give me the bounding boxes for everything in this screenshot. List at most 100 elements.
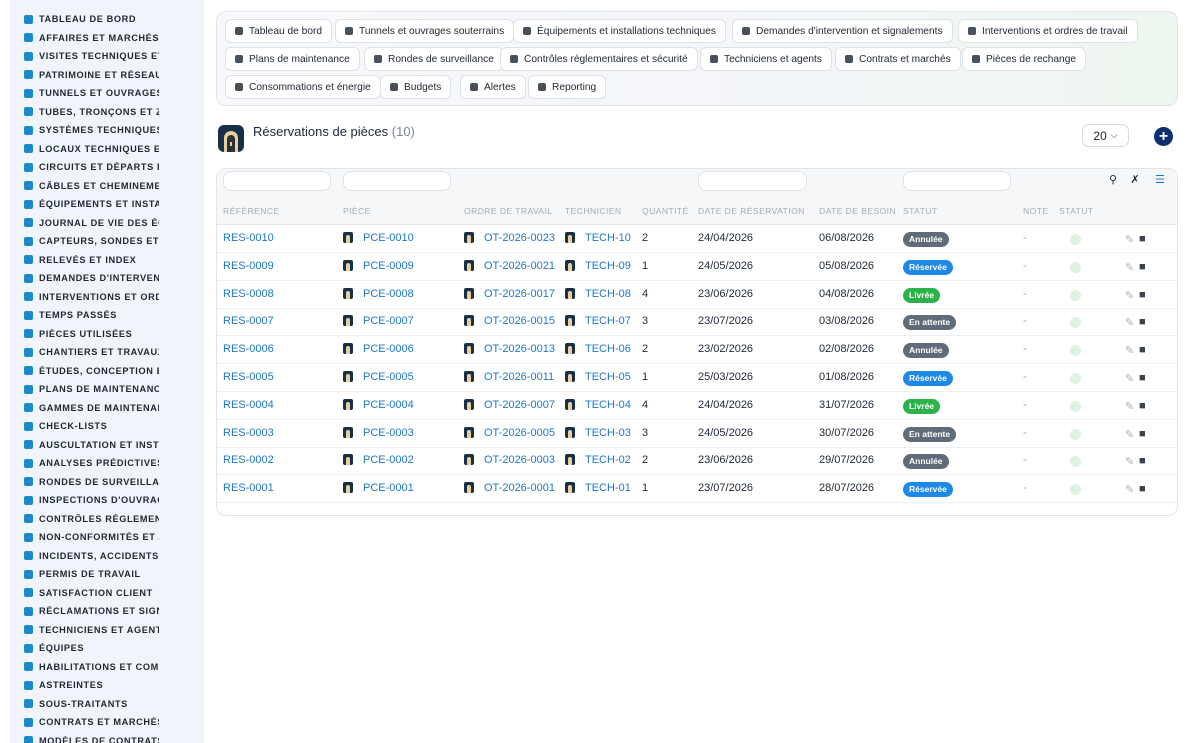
nav-button[interactable]: Tableau de bord [225,19,333,43]
delete-icon[interactable]: ■ [1139,289,1146,301]
sidebar-item[interactable]: PERMIS DE TRAVAIL [10,565,204,584]
nav-button[interactable]: Reporting [528,75,607,99]
reference-link[interactable]: RES-0002 [223,454,274,466]
header-statut-2[interactable]: Statut [1059,206,1094,216]
ordre-link[interactable]: OT-2026-0011 [464,371,554,383]
technicien-link[interactable]: TECH-08 [565,287,631,300]
delete-icon[interactable]: ■ [1139,400,1146,412]
sidebar-item[interactable]: TUNNELS ET OUVRAGES [10,84,204,103]
sidebar-item[interactable]: ÉTUDES, CONCEPTION ET [10,362,204,381]
sidebar-item[interactable]: GAMMES DE MAINTENAN [10,399,204,418]
reference-link[interactable]: RES-0003 [223,427,274,439]
reference-link[interactable]: RES-0005 [223,371,274,383]
sidebar-item[interactable]: NON-CONFORMITÉS ET A [10,528,204,547]
sidebar-item[interactable]: ASTREINTES [10,676,204,695]
delete-icon[interactable]: ■ [1139,233,1146,245]
nav-button[interactable]: Équipements et installations techniques [513,19,726,43]
sidebar-item[interactable]: ÉQUIPEMENTS ET INSTAL [10,195,204,214]
delete-icon[interactable]: ■ [1139,428,1146,440]
edit-icon[interactable]: ✎ [1125,428,1134,441]
ordre-link[interactable]: OT-2026-0005 [464,426,555,439]
reference-link[interactable]: RES-0009 [223,260,274,272]
sidebar-item[interactable]: SATISFACTION CLIENT [10,584,204,603]
piece-link[interactable]: PCE-0001 [343,482,414,494]
header-statut[interactable]: Statut [903,206,938,216]
sidebar-item[interactable]: INCIDENTS, ACCIDENTS E [10,547,204,566]
delete-icon[interactable]: ■ [1139,455,1146,467]
reference-link[interactable]: RES-0007 [223,315,274,327]
ordre-link[interactable]: OT-2026-0015 [464,315,555,327]
sidebar-item[interactable]: HABILITATIONS ET COMP [10,658,204,677]
edit-icon[interactable]: ✎ [1125,316,1134,329]
sidebar-item[interactable]: TUBES, TRONÇONS ET ZO [10,103,204,122]
sidebar-item[interactable]: JOURNAL DE VIE DES ÉQ [10,214,204,233]
header-date-reservation[interactable]: Date de réservation [698,206,805,216]
ordre-link[interactable]: OT-2026-0013 [464,343,555,355]
sidebar-item[interactable]: TABLEAU DE BORD [10,10,204,29]
delete-icon[interactable]: ■ [1139,316,1146,328]
sidebar-item[interactable]: ÉQUIPES [10,639,204,658]
ordre-link[interactable]: OT-2026-0021 [464,259,555,272]
table-row[interactable]: RES-0009 PCE-0009 OT-2026-0021 TECH-09 1 24/0… [217,253,1177,281]
sidebar-item[interactable]: CHANTIERS ET TRAVAUX [10,343,204,362]
piece-link[interactable]: PCE-0002 [343,454,414,466]
ordre-link[interactable]: OT-2026-0017 [464,287,555,300]
nav-button[interactable]: Contrôles réglementaires et sécurité [500,47,698,71]
table-row[interactable]: RES-0005 PCE-0005 OT-2026-0011 TECH-05 1 25/0… [217,364,1177,392]
search-icon[interactable]: ⚲ [1106,173,1120,187]
add-reservation-button[interactable]: + [1154,127,1173,146]
sidebar-item[interactable]: RÉCLAMATIONS ET SIGN [10,602,204,621]
table-row[interactable]: RES-0006 PCE-0006 OT-2026-0013 TECH-06 2 23/0… [217,336,1177,365]
edit-icon[interactable]: ✎ [1125,455,1134,468]
table-row[interactable]: RES-0007 PCE-0007 OT-2026-0015 TECH-07 3 23/0… [217,308,1177,337]
technicien-link[interactable]: TECH-04 [565,398,631,411]
technicien-link[interactable]: TECH-03 [565,426,631,439]
sidebar-item[interactable]: MODÈLES DE CONTRATS [10,732,204,743]
nav-button[interactable]: Techniciens et agents [700,47,832,71]
sidebar-item[interactable]: ANALYSES PRÉDICTIVES [10,454,204,473]
filter-date-reservation-input[interactable] [698,171,807,191]
nav-button[interactable]: Interventions et ordres de travail [958,19,1138,43]
nav-button[interactable]: Tunnels et ouvrages souterrains [335,19,515,43]
sidebar-item[interactable]: CONTRÔLES RÉGLEMEN [10,510,204,529]
header-date-besoin[interactable]: Date de besoin [819,206,896,216]
reference-link[interactable]: RES-0010 [223,232,274,244]
header-reference[interactable]: Référence [223,206,280,216]
reference-link[interactable]: RES-0008 [223,288,274,300]
sidebar-item[interactable]: SOUS-TRAITANTS [10,695,204,714]
technicien-link[interactable]: TECH-01 [565,482,631,494]
filter-reference-input[interactable] [223,171,331,191]
delete-icon[interactable]: ■ [1139,344,1146,356]
nav-button[interactable]: Consommations et énergie [225,75,381,99]
technicien-link[interactable]: TECH-05 [565,371,631,383]
ordre-link[interactable]: OT-2026-0003 [464,454,555,466]
technicien-link[interactable]: TECH-09 [565,259,631,272]
nav-button[interactable]: Alertes [460,75,526,99]
piece-link[interactable]: PCE-0006 [343,343,414,355]
header-note[interactable]: Note [1023,206,1048,216]
sidebar-item[interactable]: DEMANDES D'INTERVENT [10,269,204,288]
reference-link[interactable]: RES-0006 [223,343,274,355]
sidebar-item[interactable]: RELEVÉS ET INDEX [10,251,204,270]
header-ordre-de-travail[interactable]: Ordre de travail [464,206,553,216]
sidebar-item[interactable]: AUSCULTATION ET INSTR [10,436,204,455]
sidebar-item[interactable]: CONTRATS ET MARCHÉS [10,713,204,732]
ordre-link[interactable]: OT-2026-0007 [464,398,555,411]
piece-link[interactable]: PCE-0005 [343,371,414,383]
sidebar-item[interactable]: CÂBLES ET CHEMINEMEN [10,177,204,196]
piece-link[interactable]: PCE-0009 [343,259,414,272]
technicien-link[interactable]: TECH-07 [565,315,631,327]
technicien-link[interactable]: TECH-06 [565,343,631,355]
sidebar-item[interactable]: AFFAIRES ET MARCHÉS [10,29,204,48]
nav-button[interactable]: Budgets [380,75,452,99]
table-row[interactable]: RES-0003 PCE-0003 OT-2026-0005 TECH-03 3 24/0… [217,420,1177,448]
sidebar-item[interactable]: CIRCUITS ET DÉPARTS É [10,158,204,177]
sidebar-item[interactable]: SYSTÈMES TECHNIQUES [10,121,204,140]
edit-icon[interactable]: ✎ [1125,261,1134,274]
piece-link[interactable]: PCE-0003 [343,426,414,439]
edit-icon[interactable]: ✎ [1125,233,1134,246]
table-row[interactable]: RES-0010 PCE-0010 OT-2026-0023 TECH-10 2 24/0… [217,225,1177,253]
sidebar-item[interactable]: CHECK-LISTS [10,417,204,436]
sidebar-item[interactable]: TECHNICIENS ET AGENTS [10,621,204,640]
delete-icon[interactable]: ■ [1139,261,1146,273]
